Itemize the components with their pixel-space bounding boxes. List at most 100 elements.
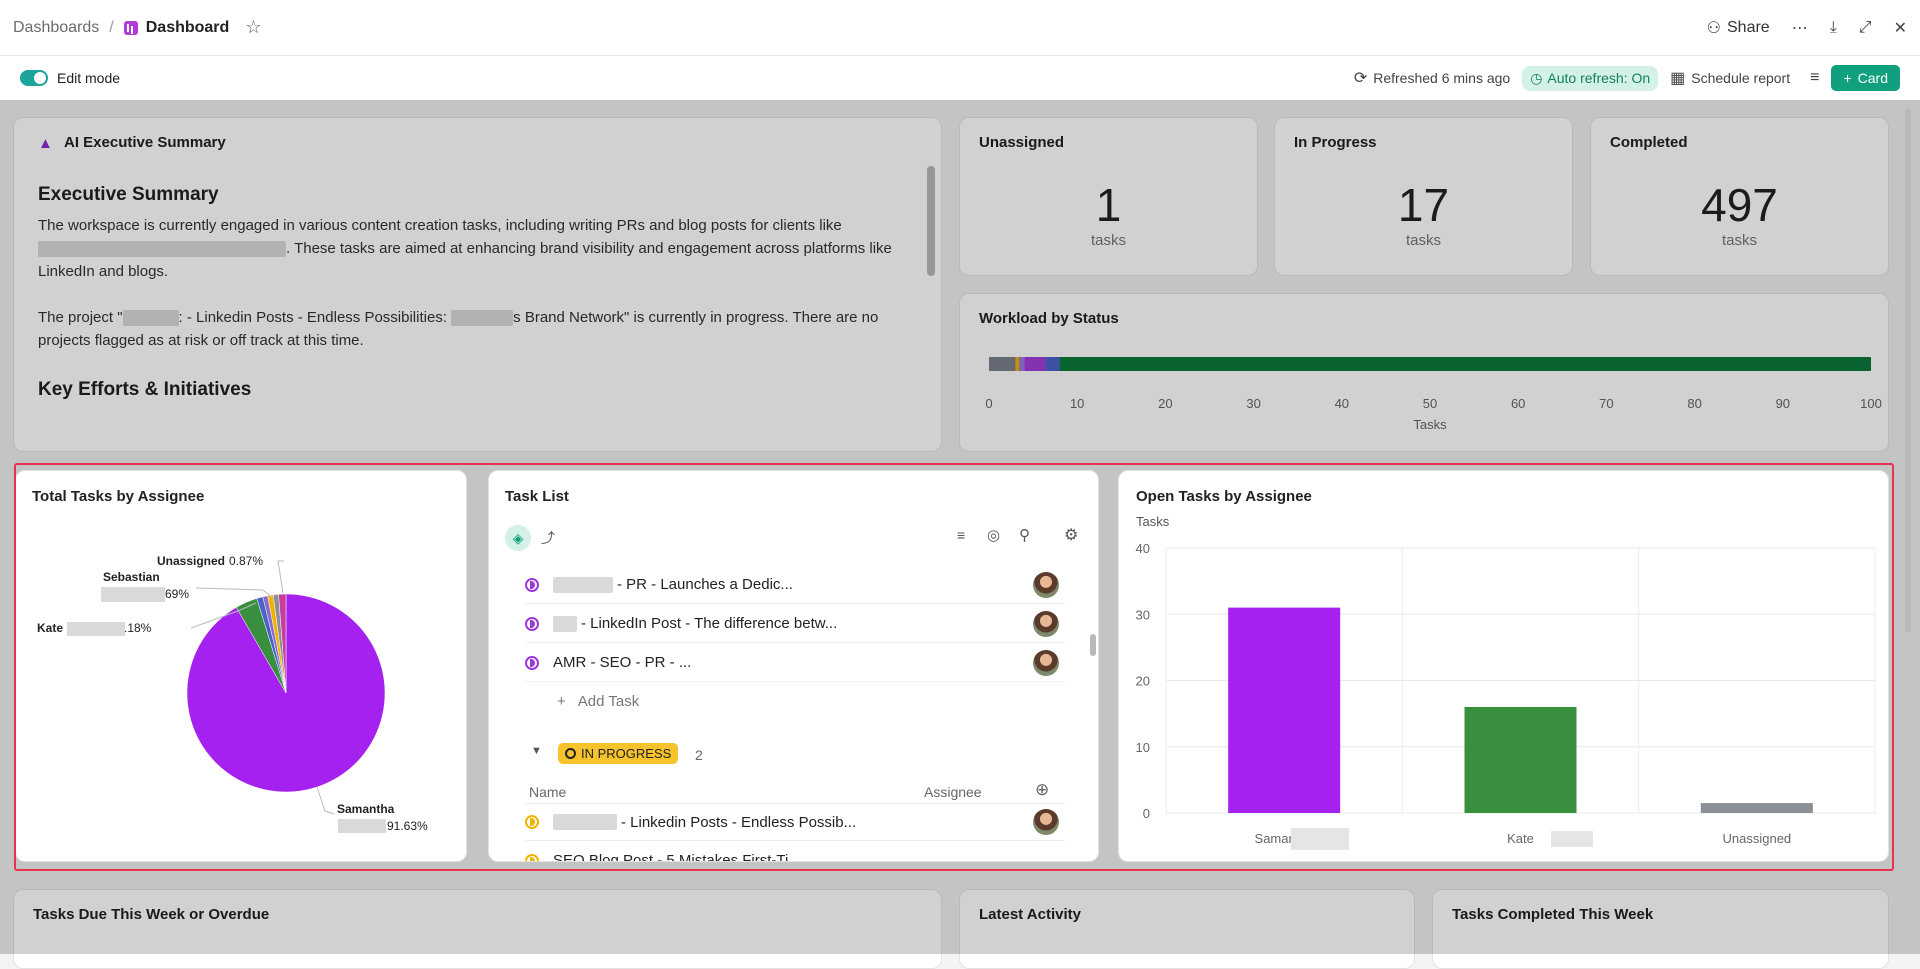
task-name: - LinkedIn Post - The difference betw...: [581, 615, 838, 632]
summary-paragraph-2: The project ": - Linkedin Posts - Endles…: [38, 306, 918, 352]
workload-segment[interactable]: [989, 357, 1016, 371]
pie-label-value: .18%: [124, 621, 152, 635]
path-icon[interactable]: ⤴: [541, 528, 555, 548]
avatar[interactable]: [1033, 571, 1059, 598]
add-card-button[interactable]: + Card: [1831, 65, 1900, 91]
page-title[interactable]: Dashboard: [146, 19, 230, 37]
status-icon: [525, 655, 539, 670]
add-task-label: Add Task: [577, 693, 640, 710]
close-icon[interactable]: ✕: [1894, 18, 1907, 38]
refreshed-label: Refreshed 6 mins ago: [1373, 70, 1511, 86]
task-row[interactable]: - LinkedIn Post - The difference betw...: [525, 605, 1065, 643]
pie-leader-line: [316, 786, 335, 815]
stat-unit: tasks: [1405, 232, 1441, 249]
task-row[interactable]: - PR - Launches a Dedic...: [525, 566, 1065, 604]
workload-segment[interactable]: [1015, 357, 1019, 371]
schedule-report-button[interactable]: ▦ Schedule report: [1670, 68, 1790, 88]
avatar[interactable]: [1033, 649, 1059, 676]
stat-label: Completed: [1610, 134, 1688, 151]
redacted-block: [38, 241, 286, 258]
edit-mode-label: Edit mode: [57, 70, 121, 86]
download-icon[interactable]: ⤓: [1830, 19, 1837, 37]
in-progress-icon: [565, 748, 576, 759]
refresh-button[interactable]: ⟳ Refreshed 6 mins ago: [1354, 68, 1510, 88]
favorite-star-icon[interactable]: ☆: [245, 17, 261, 38]
workload-segment[interactable]: [1045, 357, 1060, 371]
refresh-icon: ⟳: [1353, 70, 1368, 87]
status-icon: [525, 577, 539, 592]
redacted-block: [553, 615, 577, 632]
check-circle-icon[interactable]: ◎: [987, 526, 1000, 544]
avatar[interactable]: [1033, 809, 1059, 835]
task-row[interactable]: - Linkedin Posts - Endless Possib...: [525, 803, 1065, 841]
workload-segment[interactable]: [1018, 357, 1025, 371]
key-efforts-heading: Key Efforts & Initiatives: [38, 379, 252, 400]
page-scrollbar[interactable]: [1905, 108, 1911, 633]
summary-text: The workspace is currently engaged in va…: [38, 217, 842, 234]
workload-segment[interactable]: [1024, 357, 1046, 371]
stat-value: 497: [1701, 179, 1778, 231]
edit-mode-toggle[interactable]: [20, 70, 48, 86]
bar[interactable]: [1464, 707, 1577, 813]
pie-label-name: Kate: [37, 621, 63, 635]
expand-icon[interactable]: ⤢: [1859, 19, 1872, 37]
task-row[interactable]: AMR - SEO - PR - ...: [525, 644, 1065, 682]
y-tick-label: 40: [1136, 541, 1150, 556]
more-icon[interactable]: ⋯: [1792, 18, 1808, 38]
task-row[interactable]: SEO Blog Post - 5 Mistakes First-Ti...: [525, 842, 1065, 861]
settings-icon[interactable]: ⚙: [1064, 525, 1078, 545]
filter-icon[interactable]: ≡: [957, 527, 965, 543]
avatar[interactable]: [1033, 610, 1059, 637]
plus-icon: +: [557, 693, 566, 710]
stat-card-completed: Completed 497 tasks: [1590, 117, 1889, 276]
ai-warning-icon: ▲: [38, 135, 53, 152]
bar-chart: Tasks010203040Samantha Kate Unassigned: [1136, 514, 1876, 850]
auto-refresh-button[interactable]: ◷ Auto refresh: On: [1522, 65, 1659, 91]
breadcrumb-separator: /: [109, 18, 114, 36]
clock-icon: ◷: [1530, 69, 1543, 86]
x-tick-label: 0: [985, 396, 992, 411]
share-button[interactable]: ⚇ Share: [1707, 18, 1770, 38]
filter-icon[interactable]: ≡: [1810, 69, 1819, 87]
task-list-scrollbar[interactable]: [1090, 634, 1096, 656]
workload-segment[interactable]: [1059, 357, 1871, 371]
y-tick-label: 20: [1136, 674, 1150, 689]
status-icon: [525, 616, 539, 631]
status-badge[interactable]: IN PROGRESS: [558, 743, 679, 764]
bar[interactable]: [1700, 803, 1813, 813]
toolbar: Edit mode ⟳ Refreshed 6 mins ago ◷ Auto …: [0, 56, 1920, 100]
redacted-block: [101, 587, 165, 602]
plus-icon: +: [1843, 70, 1852, 86]
name-column-header[interactable]: Name: [529, 784, 566, 800]
pie-label-name: Unassigned: [157, 554, 225, 568]
search-icon[interactable]: ⚲: [1019, 526, 1030, 544]
add-card-label: Card: [1857, 70, 1888, 86]
top-bar: Dashboards / Dashboard ☆ ⚇ Share ⋯ ⤓ ⤢ ✕: [0, 0, 1920, 56]
breadcrumb-dashboards[interactable]: Dashboards: [13, 19, 99, 37]
latest-activity-title: Latest Activity: [979, 906, 1081, 923]
stat-label: Unassigned: [979, 134, 1065, 151]
redacted-block: [553, 576, 613, 593]
x-tick-label: 80: [1687, 396, 1701, 411]
summary-heading: Executive Summary: [38, 184, 219, 205]
x-tick-label: Kate: [1507, 831, 1534, 846]
redacted-block: [67, 622, 125, 636]
stat-unit: tasks: [1721, 232, 1757, 249]
add-column-icon[interactable]: ⊕: [1035, 780, 1049, 800]
pie-chart: Unassigned 0.87% Sebastian 69% Kate .18% Saman…: [37, 554, 428, 833]
pie-card: Total Tasks by Assignee Unassigned 0.87% S…: [15, 470, 467, 862]
x-tick-label: 50: [1423, 396, 1437, 411]
ai-summary-card: ▲ AI Executive Summary Executive Summary…: [13, 117, 942, 452]
stat-label: In Progress: [1294, 134, 1377, 151]
summary-scrollbar[interactable]: [927, 166, 935, 276]
collapse-caret-icon[interactable]: ▼: [531, 745, 542, 757]
status-badge-label: IN PROGRESS: [581, 746, 672, 761]
add-task-button[interactable]: + Add Task: [557, 693, 639, 710]
layers-icon[interactable]: ◈: [505, 525, 531, 551]
redacted-block: [1551, 831, 1593, 847]
summary-paragraph-1: The workspace is currently engaged in va…: [38, 214, 918, 283]
bar[interactable]: [1228, 607, 1341, 813]
schedule-label: Schedule report: [1691, 70, 1791, 86]
assignee-column-header[interactable]: Assignee: [924, 784, 982, 800]
y-tick-label: 30: [1136, 607, 1150, 622]
